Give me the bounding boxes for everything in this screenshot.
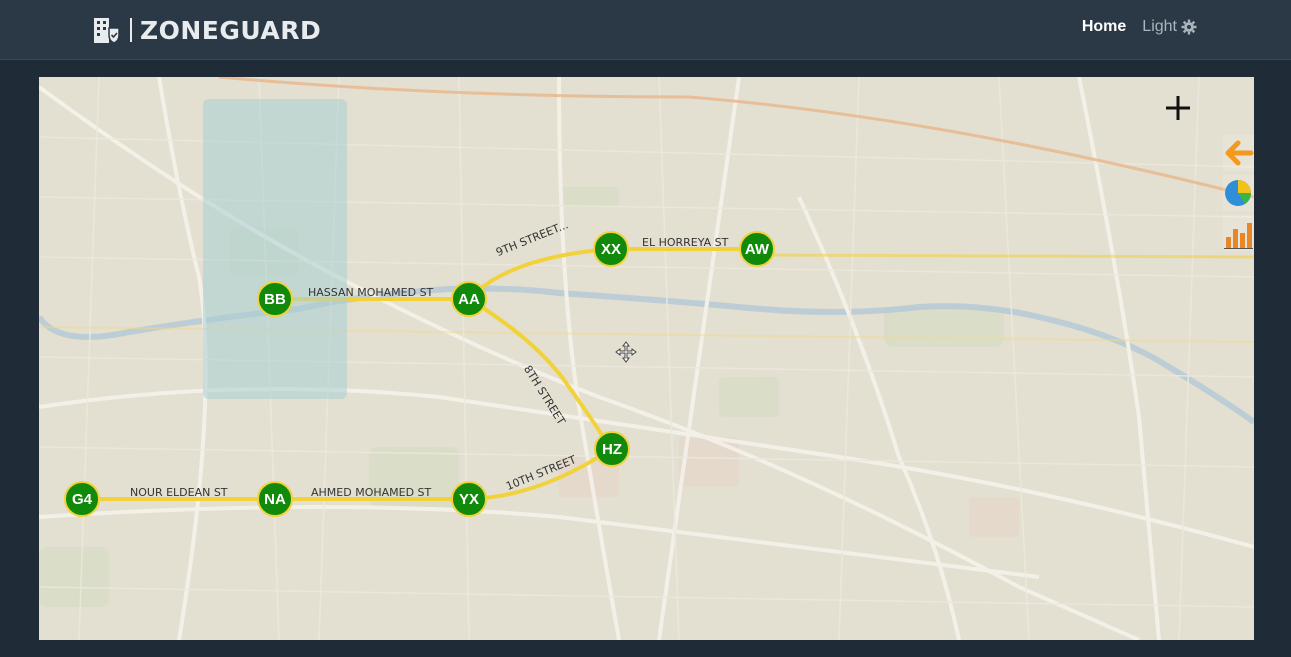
- street-label: EL HORREYA ST: [642, 236, 729, 249]
- street-label: HASSAN MOHAMED ST: [308, 286, 434, 299]
- move-icon: [615, 341, 637, 363]
- theme-toggle[interactable]: Light: [1142, 18, 1197, 36]
- back-arrow-icon[interactable]: [1223, 135, 1254, 171]
- plus-icon[interactable]: [1161, 91, 1195, 125]
- top-navbar: ZONEGUARD Home Light: [0, 0, 1291, 60]
- nav-home-link[interactable]: Home: [1082, 18, 1126, 36]
- bar-chart-icon[interactable]: [1223, 215, 1254, 251]
- gear-icon: [1181, 19, 1197, 35]
- building-shield-icon: [94, 18, 120, 44]
- station-yx[interactable]: YX: [451, 481, 487, 517]
- street-label: AHMED MOHAMED ST: [311, 486, 432, 499]
- station-na[interactable]: NA: [257, 481, 293, 517]
- nav-menu: Home Light: [1082, 18, 1197, 36]
- brand-name: ZONEGUARD: [140, 15, 322, 45]
- station-hz[interactable]: HZ: [594, 431, 630, 467]
- theme-toggle-label: Light: [1142, 18, 1177, 35]
- station-aw[interactable]: AW: [739, 231, 775, 267]
- station-bb[interactable]: BB: [257, 281, 293, 317]
- side-toolbar: [1223, 135, 1254, 251]
- brand-logo[interactable]: ZONEGUARD: [92, 14, 321, 46]
- station-xx[interactable]: XX: [593, 231, 629, 267]
- pie-chart-icon[interactable]: [1223, 175, 1254, 211]
- station-g4[interactable]: G4: [64, 481, 100, 517]
- street-label: NOUR ELDEAN ST: [130, 486, 228, 499]
- logo-divider: [130, 18, 132, 42]
- map-canvas[interactable]: BB AA XX AW HZ G4 NA YX HASSAN MOHAMED S…: [39, 77, 1254, 640]
- geofence-zone[interactable]: [203, 99, 347, 399]
- station-aa[interactable]: AA: [451, 281, 487, 317]
